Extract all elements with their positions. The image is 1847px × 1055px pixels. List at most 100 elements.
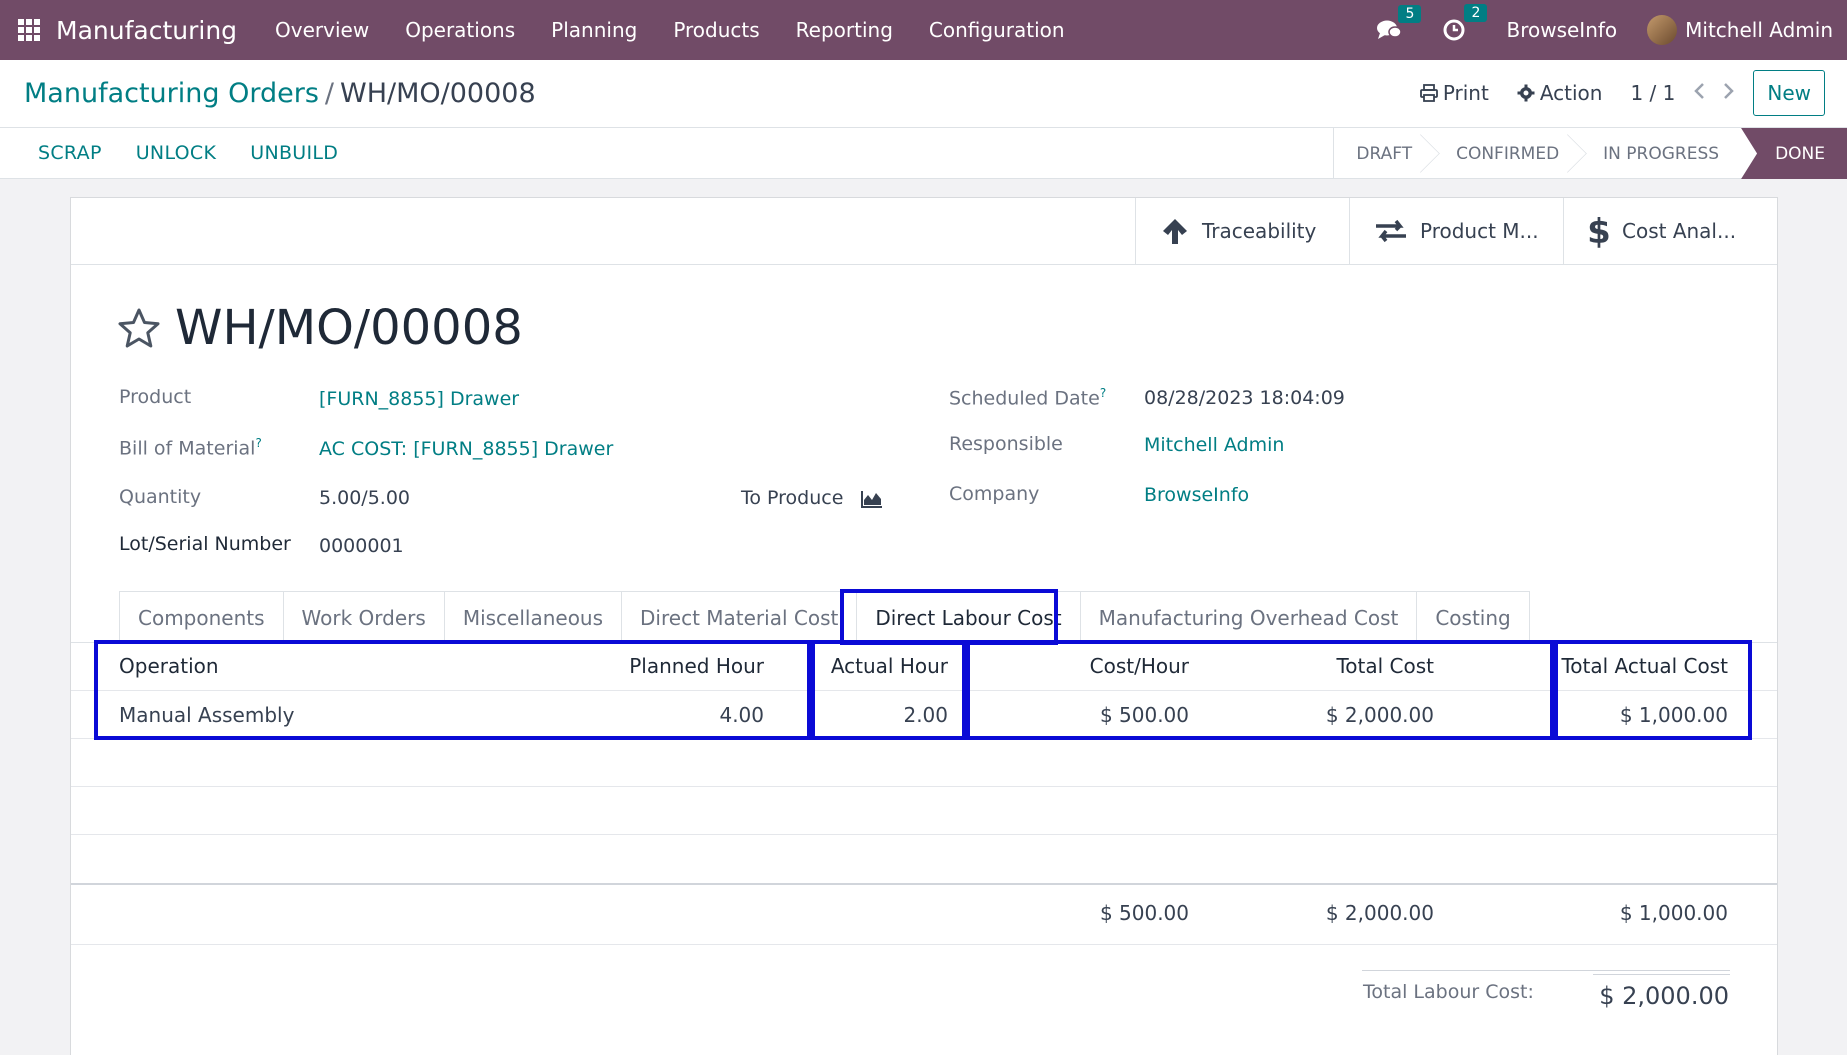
activities-button[interactable]: 2 [1442,4,1488,42]
menu-overview[interactable]: Overview [257,18,387,42]
product-label: Product [119,386,192,408]
breadcrumb: Manufacturing Orders / WH/MO/00008 [24,78,536,109]
table-empty-row [71,739,1777,787]
stage-done[interactable]: DONE [1741,128,1847,179]
cell-total-cost: $ 2,000.00 [1325,703,1434,727]
clock-icon [1443,19,1465,41]
stage-confirmed[interactable]: CONFIRMED [1434,128,1581,179]
user-avatar[interactable] [1647,15,1678,45]
stage-draft[interactable]: DRAFT [1334,128,1434,179]
pager-previous-icon[interactable] [1693,81,1705,106]
activities-badge: 2 [1464,4,1488,22]
control-panel: Manufacturing Orders / WH/MO/00008 Print A… [0,60,1847,128]
gear-icon [1517,84,1535,102]
table-empty-row [71,835,1777,885]
cell-planned-hour: 4.00 [719,703,764,727]
table-row[interactable]: Manual Assembly 4.00 2.00 $ 500.00 $ 2,0… [71,691,1777,739]
bom-label: Bill of Material? [119,436,262,459]
pager-next-icon[interactable] [1723,81,1735,106]
traceability-button[interactable]: Traceability [1135,198,1349,264]
action-button[interactable]: Action [1517,81,1603,105]
company-switcher[interactable]: BrowseInfo [1506,18,1617,42]
header-cost-hour[interactable]: Cost/Hour [1090,654,1189,678]
company-label: Company [949,483,1040,505]
arrow-up-icon [1163,219,1187,244]
company-link[interactable]: BrowseInfo [1144,484,1249,506]
to-produce-label: To Produce [741,487,844,509]
lot-value: 0000001 [319,535,404,557]
notebook-tabs: Components Work Orders Miscellaneous Dir… [119,591,1530,643]
cell-operation: Manual Assembly [119,703,295,727]
menu-products[interactable]: Products [655,18,777,42]
status-stages: DRAFT CONFIRMED IN PROGRESS DONE [1333,128,1847,179]
table-header-row: Operation Planned Hour Actual Hour Cost/… [71,643,1777,691]
top-navbar: Manufacturing Overview Operations Planni… [0,0,1847,60]
breadcrumb-separator: / [324,78,334,109]
total-total-actual-cost: $ 1,000.00 [1619,901,1728,925]
total-labour-cost-label: Total Labour Cost: [1363,981,1534,1003]
lot-label: Lot/Serial Number [119,533,291,555]
print-button[interactable]: Print [1419,81,1489,105]
total-labour-cost-value: $ 2,000.00 [1599,982,1729,1010]
tab-direct-material-cost[interactable]: Direct Material Cost [622,591,858,643]
tab-miscellaneous[interactable]: Miscellaneous [444,591,623,643]
print-icon [1419,84,1438,102]
header-planned-hour[interactable]: Planned Hour [629,654,764,678]
scrap-button[interactable]: SCRAP [38,142,102,164]
header-operation[interactable]: Operation [119,654,219,678]
header-actual-hour[interactable]: Actual Hour [831,654,948,678]
tab-direct-labour-cost[interactable]: Direct Labour Cost [857,591,1081,643]
product-moves-label: Product M... [1420,219,1539,243]
messages-button[interactable]: 5 [1376,5,1422,41]
star-icon[interactable] [117,307,161,349]
tab-components[interactable]: Components [119,591,284,643]
area-chart-icon[interactable] [861,489,883,509]
header-total-actual-cost[interactable]: Total Actual Cost [1561,654,1728,678]
stage-in-progress[interactable]: IN PROGRESS [1581,128,1741,179]
traceability-label: Traceability [1202,219,1317,243]
breadcrumb-current: WH/MO/00008 [340,78,536,109]
unbuild-button[interactable]: UNBUILD [250,142,338,164]
tab-costing[interactable]: Costing [1417,591,1530,643]
form-sheet: Traceability Product M... $ Cost Anal...… [70,197,1778,1055]
cost-analysis-button[interactable]: $ Cost Anal... [1563,198,1777,264]
unlock-button[interactable]: UNLOCK [136,142,217,164]
tab-manufacturing-overhead-cost[interactable]: Manufacturing Overhead Cost [1080,591,1418,643]
pager-value[interactable]: 1 / 1 [1630,81,1675,105]
bom-link[interactable]: AC COST: [FURN_8855] Drawer [319,438,613,460]
sheet-divider [71,264,1777,265]
product-moves-button[interactable]: Product M... [1349,198,1563,264]
scheduled-date-value: 08/28/2023 18:04:09 [1144,387,1345,409]
record-title: WH/MO/00008 [175,300,523,356]
header-buttons: SCRAP UNLOCK UNBUILD [38,142,372,164]
new-button[interactable]: New [1753,70,1825,116]
bom-help-mark[interactable]: ? [255,436,261,450]
user-menu[interactable]: Mitchell Admin [1685,18,1833,42]
menu-reporting[interactable]: Reporting [778,18,911,42]
table-totals-row: $ 500.00 $ 2,000.00 $ 1,000.00 [71,885,1777,945]
systray: 5 2 BrowseInfo Mitchell Admin [1376,0,1847,60]
menu-operations[interactable]: Operations [387,18,533,42]
total-cost-hour: $ 500.00 [1099,901,1189,925]
quantity-label: Quantity [119,486,202,508]
menu-planning[interactable]: Planning [533,18,655,42]
responsible-link[interactable]: Mitchell Admin [1144,434,1284,456]
cell-total-actual-cost: $ 1,000.00 [1619,703,1728,727]
apps-menu-icon[interactable] [18,19,40,41]
exchange-icon [1376,219,1406,243]
svg-text:$: $ [1588,214,1610,248]
scheduled-date-label-text: Scheduled Date [949,387,1100,410]
header-total-cost[interactable]: Total Cost [1336,654,1434,678]
product-link[interactable]: [FURN_8855] Drawer [319,388,519,410]
messages-badge: 5 [1398,5,1422,23]
cell-cost-hour: $ 500.00 [1099,703,1189,727]
quantity-value: 5.00/5.00 [319,487,411,509]
smart-button-box: Traceability Product M... $ Cost Anal... [1135,198,1777,264]
action-label: Action [1539,81,1603,105]
menu-configuration[interactable]: Configuration [911,18,1083,42]
tab-work-orders[interactable]: Work Orders [283,591,445,643]
breadcrumb-manufacturing-orders[interactable]: Manufacturing Orders [24,78,319,109]
main-menu: Overview Operations Planning Products Re… [257,18,1083,42]
scheduled-date-help-mark[interactable]: ? [1100,386,1106,400]
app-brand[interactable]: Manufacturing [56,16,237,45]
